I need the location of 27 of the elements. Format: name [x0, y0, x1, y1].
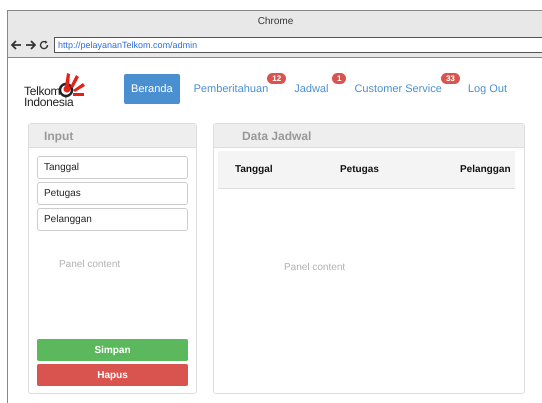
- action-button[interactable]: Hapus: [37, 364, 188, 386]
- logo-text: Telkom: [24, 86, 60, 97]
- count-badge: 33: [440, 73, 460, 84]
- input-field[interactable]: Tanggal: [37, 156, 188, 179]
- nav-link[interactable]: Beranda: [124, 74, 180, 104]
- count-badge: 1: [332, 73, 346, 84]
- nav-link[interactable]: Pemberitahuan: [194, 74, 268, 104]
- reload-icon[interactable]: [39, 40, 49, 50]
- address-field[interactable]: http://pelayananTelkom.com/admin: [54, 36, 542, 52]
- panel-title: Input: [44, 128, 74, 142]
- column-header: Petugas: [339, 164, 380, 175]
- panel-note: Panel content: [59, 259, 120, 270]
- window-title: Chrome: [258, 16, 294, 27]
- action-button[interactable]: Simpan: [37, 339, 188, 361]
- forward-icon[interactable]: [25, 40, 36, 50]
- nav-link[interactable]: Jadwal: [294, 74, 328, 104]
- panel-title: Data Jadwal: [242, 128, 312, 142]
- nav-link[interactable]: Customer Service: [354, 74, 442, 104]
- back-icon[interactable]: [11, 40, 22, 50]
- column-header: Tanggal: [234, 164, 274, 175]
- input-field[interactable]: Petugas: [37, 182, 188, 205]
- input-field[interactable]: Pelanggan: [37, 208, 188, 231]
- nav-link[interactable]: Log Out: [468, 74, 508, 104]
- panel-note: Panel content: [284, 262, 346, 273]
- count-badge: 12: [267, 73, 286, 84]
- logo-text: Indonesia: [24, 97, 74, 108]
- column-header: Pelanggan: [459, 164, 512, 175]
